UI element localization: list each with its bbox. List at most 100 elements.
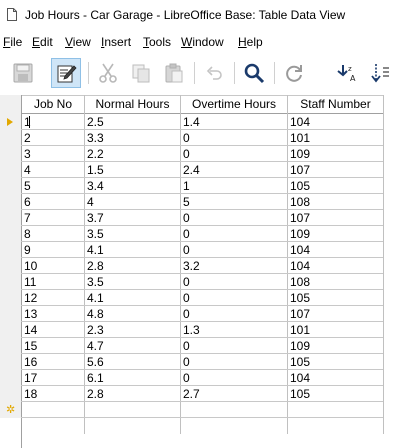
cell-overtime-hours[interactable]: 0 <box>180 290 287 306</box>
column-header-staff-number[interactable]: Staff Number <box>288 95 383 114</box>
table-row[interactable]: 18 2.8 2.7 105 <box>0 386 383 402</box>
table-row[interactable]: 16 5.6 0 105 <box>0 354 383 370</box>
cell-overtime-hours[interactable]: 5 <box>180 194 287 210</box>
sort-ascending-button[interactable] <box>366 58 396 88</box>
row-handle[interactable] <box>0 338 21 354</box>
cell-normal-hours[interactable]: 2.8 <box>84 258 180 274</box>
cell-normal-hours[interactable]: 3.5 <box>84 226 180 242</box>
table-row[interactable]: 10 2.8 3.2 104 <box>0 258 383 274</box>
column-header-job-no[interactable]: Job No <box>22 95 84 114</box>
cell-overtime-hours[interactable]: 0 <box>180 354 287 370</box>
table-row[interactable]: 11 3.5 0 108 <box>0 274 383 290</box>
cell-staff-number[interactable]: 108 <box>287 274 383 290</box>
table-row[interactable]: 12 4.1 0 105 <box>0 290 383 306</box>
cell-job-no[interactable]: 8 <box>21 226 84 242</box>
cell-staff-number[interactable]: 104 <box>287 242 383 258</box>
cell-job-no[interactable]: 3 <box>21 146 84 162</box>
table-row[interactable]: 5 3.4 1 105 <box>0 178 383 194</box>
cell-staff-number[interactable]: 107 <box>287 162 383 178</box>
cell-staff-number[interactable]: 104 <box>287 258 383 274</box>
column-header-overtime-hours[interactable]: Overtime Hours <box>181 95 287 114</box>
cell-job-no[interactable]: 5 <box>21 178 84 194</box>
cell-job-no[interactable]: 2 <box>21 130 84 146</box>
cell-job-no[interactable]: 13 <box>21 306 84 322</box>
cell-overtime-hours[interactable]: 0 <box>180 130 287 146</box>
cell-normal-hours[interactable]: 4.1 <box>84 290 180 306</box>
cell-overtime-hours[interactable]: 0 <box>180 306 287 322</box>
cut-button[interactable] <box>93 58 123 88</box>
menu-insert[interactable]: Insert <box>101 35 131 49</box>
table-row[interactable]: 13 4.8 0 107 <box>0 306 383 322</box>
find-button[interactable] <box>239 58 269 88</box>
cell-overtime-hours[interactable]: 0 <box>180 146 287 162</box>
cell-staff-number[interactable]: 109 <box>287 338 383 354</box>
row-handle[interactable] <box>0 242 21 258</box>
cell-overtime-hours[interactable]: 3.2 <box>180 258 287 274</box>
row-handle[interactable] <box>0 370 21 386</box>
cell-job-no[interactable]: 11 <box>21 274 84 290</box>
table-row[interactable]: 4 1.5 2.4 107 <box>0 162 383 178</box>
cell-job-no[interactable]: 6 <box>21 194 84 210</box>
cell-staff-number[interactable]: 104 <box>287 370 383 386</box>
cell-normal-hours[interactable]: 2.8 <box>84 386 180 402</box>
cell-job-no[interactable]: 7 <box>21 210 84 226</box>
refresh-button[interactable] <box>279 58 309 88</box>
menu-view[interactable]: View <box>65 35 91 49</box>
cell-normal-hours[interactable]: 3.5 <box>84 274 180 290</box>
row-handle-header[interactable] <box>0 95 21 114</box>
cell-staff-number[interactable]: 109 <box>287 226 383 242</box>
cell-normal-hours[interactable]: 3.3 <box>84 130 180 146</box>
row-handle[interactable] <box>0 290 21 306</box>
row-handle[interactable] <box>0 274 21 290</box>
table-row[interactable]: 3 2.2 0 109 <box>0 146 383 162</box>
table-row[interactable]: 2 3.3 0 101 <box>0 130 383 146</box>
menu-tools[interactable]: Tools <box>143 35 171 49</box>
new-record-row[interactable]: ✲ <box>0 402 383 418</box>
menu-help[interactable]: Help <box>238 35 263 49</box>
cell-overtime-hours[interactable]: 2.7 <box>180 386 287 402</box>
table-row[interactable]: 14 2.3 1.3 101 <box>0 322 383 338</box>
row-handle[interactable] <box>0 258 21 274</box>
cell-staff-number[interactable]: 109 <box>287 146 383 162</box>
cell-normal-hours[interactable]: 4 <box>84 194 180 210</box>
table-row[interactable]: 8 3.5 0 109 <box>0 226 383 242</box>
row-handle[interactable] <box>0 210 21 226</box>
row-handle[interactable] <box>0 130 21 146</box>
menu-edit[interactable]: Edit <box>32 35 53 49</box>
row-handle[interactable] <box>0 178 21 194</box>
cell-job-no[interactable]: 17 <box>21 370 84 386</box>
row-handle[interactable] <box>0 162 21 178</box>
row-handle[interactable] <box>0 146 21 162</box>
cell-staff-number[interactable]: 107 <box>287 210 383 226</box>
cell-staff-number[interactable]: 105 <box>287 386 383 402</box>
row-handle[interactable] <box>0 114 21 130</box>
cell-staff-number[interactable]: 105 <box>287 290 383 306</box>
cell-normal-hours[interactable]: 4.8 <box>84 306 180 322</box>
menu-file[interactable]: File <box>3 35 22 49</box>
cell-normal-hours[interactable]: 2.2 <box>84 146 180 162</box>
edit-data-button[interactable] <box>51 58 81 88</box>
cell-overtime-hours[interactable]: 1 <box>180 178 287 194</box>
row-handle[interactable]: ✲ <box>0 402 21 418</box>
cell-overtime-hours[interactable]: 1.3 <box>180 322 287 338</box>
copy-button[interactable] <box>126 58 156 88</box>
table-row[interactable]: 1 2.5 1.4 104 <box>0 114 383 130</box>
paste-button[interactable] <box>159 58 189 88</box>
cell-staff-number[interactable]: 101 <box>287 322 383 338</box>
undo-button[interactable] <box>199 58 229 88</box>
cell-job-no[interactable]: 16 <box>21 354 84 370</box>
cell-staff-number[interactable]: 104 <box>287 114 383 130</box>
cell-job-no[interactable]: 14 <box>21 322 84 338</box>
row-handle[interactable] <box>0 306 21 322</box>
cell-staff-number[interactable]: 108 <box>287 194 383 210</box>
cell-staff-number[interactable]: 105 <box>287 354 383 370</box>
row-handle[interactable] <box>0 322 21 338</box>
sort-button[interactable]: z A <box>333 58 363 88</box>
table-row[interactable]: 7 3.7 0 107 <box>0 210 383 226</box>
cell-job-no[interactable]: 10 <box>21 258 84 274</box>
menu-window[interactable]: Window <box>181 35 224 49</box>
cell-overtime-hours[interactable]: 0 <box>180 370 287 386</box>
save-button[interactable] <box>8 58 38 88</box>
cell-overtime-hours[interactable]: 1.4 <box>180 114 287 130</box>
cell-normal-hours[interactable]: 5.6 <box>84 354 180 370</box>
